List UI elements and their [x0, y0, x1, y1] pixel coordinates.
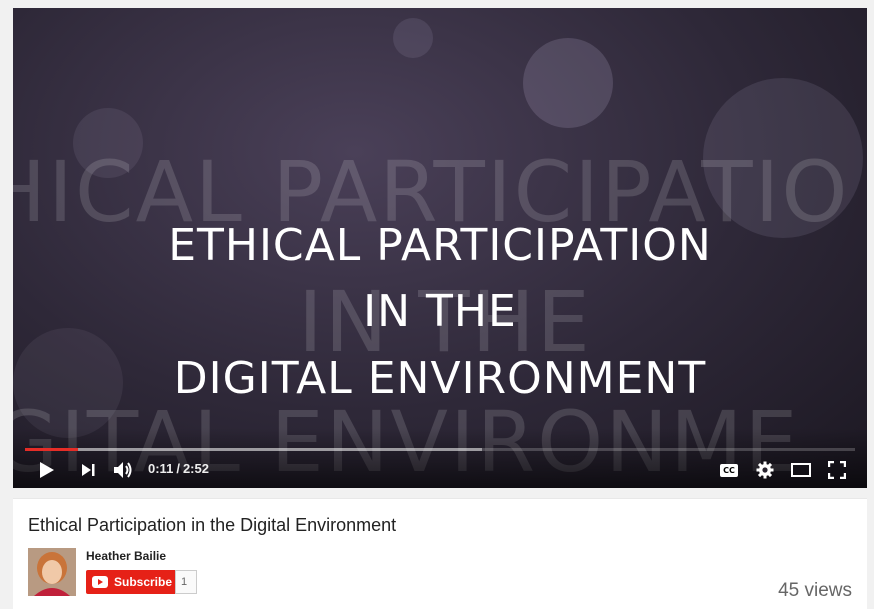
current-time: 0:11: [148, 461, 174, 476]
settings-button[interactable]: [753, 458, 777, 482]
captions-button[interactable]: CC: [717, 458, 741, 482]
video-info-panel: Ethical Participation in the Digital Env…: [13, 498, 867, 609]
next-button[interactable]: [76, 458, 100, 482]
channel-avatar[interactable]: [28, 548, 76, 596]
play-icon: [39, 461, 55, 479]
view-count: 45 views: [778, 580, 852, 601]
settings-icon: [756, 461, 774, 479]
video-player[interactable]: HICAL PARTICIPATIO IN THE GITAL ENVIRONM…: [13, 8, 867, 488]
volume-icon: [113, 461, 133, 479]
subscriber-count: 1: [175, 570, 197, 594]
video-frame-title: ETHICAL PARTICIPATION: [168, 220, 712, 271]
next-icon: [81, 463, 95, 477]
fullscreen-icon: [828, 461, 846, 479]
subscribe-button[interactable]: Subscribe: [86, 570, 181, 594]
fullscreen-button[interactable]: [825, 458, 849, 482]
time-display: 0:11/2:52: [148, 461, 209, 476]
theater-mode-button[interactable]: [789, 458, 813, 482]
progress-played: [25, 448, 79, 451]
subscribe-label: Subscribe: [114, 575, 173, 589]
video-title: Ethical Participation in the Digital Env…: [28, 515, 397, 535]
duration: 2:52: [182, 461, 209, 476]
youtube-logo-icon: [92, 576, 108, 588]
theater-mode-icon: [791, 463, 811, 477]
bokeh-light: [393, 18, 433, 58]
play-button[interactable]: [35, 458, 59, 482]
video-frame-title: IN THE: [363, 286, 517, 337]
channel-name[interactable]: Heather Bailie: [86, 549, 166, 563]
captions-icon: CC: [720, 463, 738, 477]
bokeh-light: [523, 38, 613, 128]
time-separator: /: [176, 461, 180, 476]
progress-buffered: [25, 448, 482, 451]
progress-bar[interactable]: [25, 448, 855, 451]
volume-button[interactable]: [111, 458, 135, 482]
video-frame-title: DIGITAL ENVIRONMENT: [173, 353, 707, 404]
